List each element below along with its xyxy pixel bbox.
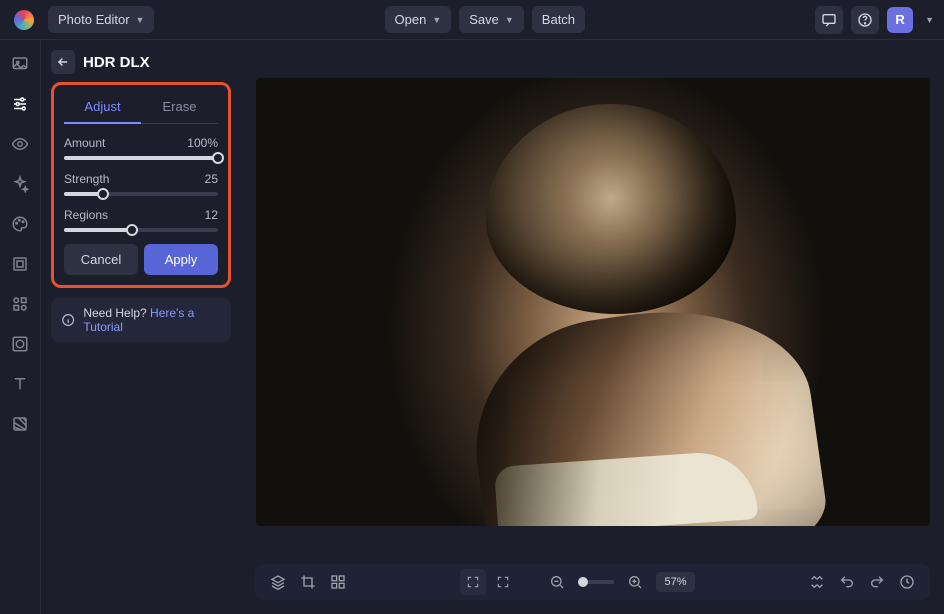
sparkle-tool-icon[interactable] (10, 174, 30, 194)
app-switcher[interactable]: Photo Editor ▼ (48, 6, 154, 33)
slider-label: Amount (64, 136, 105, 150)
fit-screen-button[interactable] (460, 569, 486, 595)
frame-tool-icon[interactable] (10, 254, 30, 274)
help-button[interactable] (851, 6, 879, 34)
apply-button[interactable]: Apply (144, 244, 218, 275)
slider-regions-track[interactable] (64, 228, 218, 232)
chevron-down-icon: ▼ (136, 15, 145, 25)
open-label: Open (395, 12, 427, 27)
slider-strength-track[interactable] (64, 192, 218, 196)
slider-regions: Regions 12 (64, 208, 218, 232)
photo-canvas[interactable] (256, 78, 930, 526)
adjust-panel: Adjust Erase Amount 100% Strength 25 (51, 82, 231, 288)
slider-amount-track[interactable] (64, 156, 218, 160)
zoom-in-button[interactable] (622, 569, 648, 595)
slider-strength: Strength 25 (64, 172, 218, 196)
text-tool-icon[interactable] (10, 374, 30, 394)
panel-title: HDR DLX (83, 54, 150, 71)
eye-tool-icon[interactable] (10, 134, 30, 154)
layers-button[interactable] (265, 569, 291, 595)
expand-button[interactable] (490, 569, 516, 595)
history-button[interactable] (894, 569, 920, 595)
app-name: Photo Editor (58, 12, 130, 27)
top-bar: Photo Editor ▼ Open ▼ Save ▼ Batch R ▼ (0, 0, 944, 40)
tab-erase[interactable]: Erase (141, 93, 218, 123)
cancel-button[interactable]: Cancel (64, 244, 138, 275)
undo-button[interactable] (834, 569, 860, 595)
grid-button[interactable] (325, 569, 351, 595)
comments-button[interactable] (815, 6, 843, 34)
slider-label: Strength (64, 172, 109, 186)
redo-button[interactable] (864, 569, 890, 595)
help-icon (857, 12, 873, 28)
overlay-tool-icon[interactable] (10, 334, 30, 354)
help-text: Need Help? Here's a Tutorial (83, 306, 221, 334)
bottom-bar: 57% (255, 564, 930, 600)
elements-tool-icon[interactable] (10, 294, 30, 314)
batch-label: Batch (542, 12, 575, 27)
open-button[interactable]: Open ▼ (385, 6, 452, 33)
app-logo-icon (14, 10, 34, 30)
chat-icon (821, 12, 837, 28)
compare-button[interactable] (804, 569, 830, 595)
arrow-left-icon (56, 55, 70, 69)
batch-button[interactable]: Batch (532, 6, 585, 33)
palette-tool-icon[interactable] (10, 214, 30, 234)
slider-value: 25 (205, 172, 218, 186)
image-tool-icon[interactable] (10, 54, 30, 74)
zoom-slider[interactable] (578, 580, 614, 584)
save-button[interactable]: Save ▼ (459, 6, 524, 33)
canvas-viewport[interactable] (241, 40, 944, 564)
canvas-area: 57% (241, 40, 944, 614)
help-callout: Need Help? Here's a Tutorial (51, 298, 231, 342)
tab-adjust[interactable]: Adjust (64, 93, 141, 124)
crop-button[interactable] (295, 569, 321, 595)
chevron-down-icon: ▼ (432, 15, 441, 25)
save-label: Save (469, 12, 499, 27)
chevron-down-icon[interactable]: ▼ (925, 15, 934, 25)
tool-rail (0, 40, 41, 614)
slider-value: 12 (205, 208, 218, 222)
slider-value: 100% (187, 136, 218, 150)
zoom-out-button[interactable] (544, 569, 570, 595)
slider-amount: Amount 100% (64, 136, 218, 160)
chevron-down-icon: ▼ (505, 15, 514, 25)
back-button[interactable] (51, 50, 75, 74)
slider-label: Regions (64, 208, 108, 222)
side-panel: HDR DLX Adjust Erase Amount 100% Streng (41, 40, 241, 614)
user-avatar[interactable]: R (887, 7, 913, 33)
zoom-level: 57% (656, 572, 694, 592)
avatar-letter: R (895, 12, 904, 27)
info-icon (61, 312, 75, 328)
texture-tool-icon[interactable] (10, 414, 30, 434)
adjustments-tool-icon[interactable] (10, 94, 30, 114)
